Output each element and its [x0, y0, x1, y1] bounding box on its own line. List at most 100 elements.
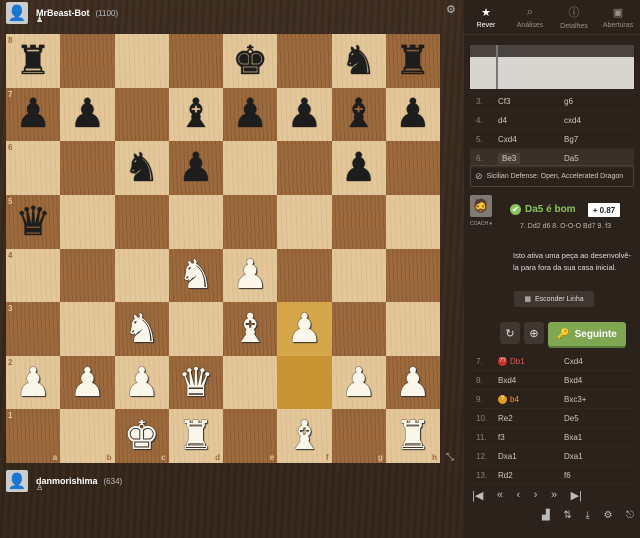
- black-king-icon[interactable]: ♚: [232, 41, 268, 81]
- hint-button[interactable]: ⊕: [524, 322, 544, 344]
- resize-board-icon[interactable]: ⤡: [446, 452, 454, 463]
- top-player-avatar[interactable]: 👤: [6, 2, 28, 24]
- square-g4[interactable]: [331, 248, 386, 303]
- square-a1[interactable]: 1a: [6, 409, 61, 463]
- square-f4[interactable]: [277, 248, 332, 303]
- evaluation-graph[interactable]: [470, 45, 634, 89]
- square-f5[interactable]: [277, 194, 332, 249]
- white-pawn-icon[interactable]: ♟: [286, 309, 322, 349]
- black-move[interactable]: Bxa1: [564, 433, 634, 442]
- square-d8[interactable]: [168, 34, 223, 88]
- square-a8[interactable]: 8 ♜: [6, 34, 61, 88]
- black-bishop-icon[interactable]: ♝: [341, 94, 377, 134]
- square-e7[interactable]: ♟: [223, 87, 278, 142]
- square-b4[interactable]: [60, 248, 115, 303]
- first-move-icon[interactable]: |◀: [472, 489, 483, 502]
- tab-aberturas[interactable]: ▣ Aberturas: [596, 0, 640, 34]
- white-bishop-icon[interactable]: ♝: [286, 416, 322, 456]
- black-pawn-icon[interactable]: ♟: [69, 94, 105, 134]
- square-h3[interactable]: [385, 302, 440, 356]
- opening-name[interactable]: ⊘ Sicilian Defense: Open, Accelerated Dra…: [470, 165, 634, 187]
- black-pawn-icon[interactable]: ♟: [341, 148, 377, 188]
- white-move[interactable]: Cxd4: [498, 135, 564, 144]
- square-c3[interactable]: ♞: [114, 302, 169, 356]
- suggested-line[interactable]: 7. Dd2 d6 8. O-O-O Bd7 9. f3: [520, 221, 630, 232]
- white-move[interactable]: Dxa1: [498, 452, 564, 461]
- square-a5[interactable]: 5 ♛: [6, 194, 61, 249]
- square-a4[interactable]: 4: [6, 248, 61, 303]
- previous-move-icon[interactable]: ‹: [517, 489, 521, 502]
- square-b1[interactable]: b: [60, 409, 115, 463]
- flip-board-icon[interactable]: ⇅: [563, 510, 571, 521]
- square-g3[interactable]: [331, 302, 386, 356]
- square-f7[interactable]: ♟: [277, 87, 332, 142]
- square-b3[interactable]: [60, 302, 115, 356]
- square-c1[interactable]: c ♚: [114, 409, 169, 463]
- tab-analises[interactable]: ⌕ Análises: [508, 0, 552, 34]
- white-knight-icon[interactable]: ♞: [178, 255, 214, 295]
- square-d5[interactable]: [168, 194, 223, 249]
- square-a2[interactable]: 2 ♟: [6, 355, 61, 410]
- square-b2[interactable]: ♟: [60, 355, 115, 410]
- square-d7[interactable]: ♝: [168, 87, 223, 142]
- bottom-player-avatar[interactable]: 👤: [6, 470, 28, 492]
- square-a6[interactable]: 6: [6, 141, 61, 195]
- last-move-icon[interactable]: ▶|: [571, 489, 582, 502]
- white-pawn-icon[interactable]: ♟: [232, 255, 268, 295]
- square-a7[interactable]: 7 ♟: [6, 87, 61, 142]
- square-b5[interactable]: [60, 194, 115, 249]
- black-move[interactable]: cxd4: [564, 116, 634, 125]
- white-move[interactable]: d4: [498, 116, 564, 125]
- white-queen-icon[interactable]: ♛: [178, 363, 214, 403]
- square-e8[interactable]: ♚: [223, 34, 278, 88]
- square-d4[interactable]: ♞: [168, 248, 223, 303]
- square-g6[interactable]: ♟: [331, 141, 386, 195]
- white-move[interactable]: Rd2: [498, 471, 564, 480]
- tab-rever[interactable]: ★ Rever: [464, 0, 508, 34]
- square-d2[interactable]: ♛: [168, 355, 223, 410]
- next-move-icon[interactable]: ›: [534, 489, 538, 502]
- square-h5[interactable]: [385, 194, 440, 249]
- download-icon[interactable]: ⤓: [585, 510, 589, 521]
- black-knight-icon[interactable]: ♞: [341, 41, 377, 81]
- square-c8[interactable]: [114, 34, 169, 88]
- back-five-icon[interactable]: «: [497, 489, 503, 502]
- black-move[interactable]: Cxd4: [564, 357, 634, 366]
- coach-selector[interactable]: COACH ▾: [470, 221, 492, 227]
- square-e2[interactable]: [223, 355, 278, 410]
- black-move[interactable]: Da5: [564, 154, 634, 163]
- white-rook-icon[interactable]: ♜: [395, 416, 431, 456]
- black-move[interactable]: f6: [564, 471, 634, 480]
- black-pawn-icon[interactable]: ♟: [395, 94, 431, 134]
- chess-board[interactable]: 8 ♜ ♚ ♞ ♜ 7 ♟ ♟ ♝ ♟ ♟ ♝ ♟ 6 ♞ ♟ ♟ 5 ♛ 4 ♞ ♟ 3 ♞ ♝ ♟ 2 ♟ ♟ ♟ ♛ ♟ ♟ 1 a b c ♚ d ♜…: [6, 34, 440, 463]
- black-queen-icon[interactable]: ♛: [15, 202, 51, 242]
- square-d1[interactable]: d ♜: [168, 409, 223, 463]
- black-move[interactable]: De5: [564, 414, 634, 423]
- square-e4[interactable]: ♟: [223, 248, 278, 303]
- forward-five-icon[interactable]: »: [551, 489, 557, 502]
- square-a3[interactable]: 3: [6, 302, 61, 356]
- square-b7[interactable]: ♟: [60, 87, 115, 142]
- white-pawn-icon[interactable]: ♟: [395, 363, 431, 403]
- white-pawn-icon[interactable]: ♟: [69, 363, 105, 403]
- black-pawn-icon[interactable]: ♟: [178, 148, 214, 188]
- square-c7[interactable]: [114, 87, 169, 142]
- bottom-player-name[interactable]: danmorishima: [36, 476, 98, 486]
- white-rook-icon[interactable]: ♜: [178, 416, 214, 456]
- square-h2[interactable]: ♟: [385, 355, 440, 410]
- hide-line-button[interactable]: ▦ Esconder Linha: [514, 291, 594, 307]
- black-move[interactable]: Bxd4: [564, 376, 634, 385]
- white-move[interactable]: f3: [498, 433, 564, 442]
- square-f3[interactable]: ♟: [277, 302, 332, 356]
- square-b8[interactable]: [60, 34, 115, 88]
- square-d3[interactable]: [168, 302, 223, 356]
- square-f2[interactable]: [277, 355, 332, 410]
- square-c6[interactable]: ♞: [114, 141, 169, 195]
- black-move[interactable]: Bxc3+: [564, 395, 634, 404]
- white-knight-icon[interactable]: ♞: [124, 309, 160, 349]
- square-d6[interactable]: ♟: [168, 141, 223, 195]
- square-e3[interactable]: ♝: [223, 302, 278, 356]
- coach-avatar[interactable]: 🧔: [470, 195, 492, 217]
- black-knight-icon[interactable]: ♞: [124, 148, 160, 188]
- white-move[interactable]: b4: [510, 395, 519, 404]
